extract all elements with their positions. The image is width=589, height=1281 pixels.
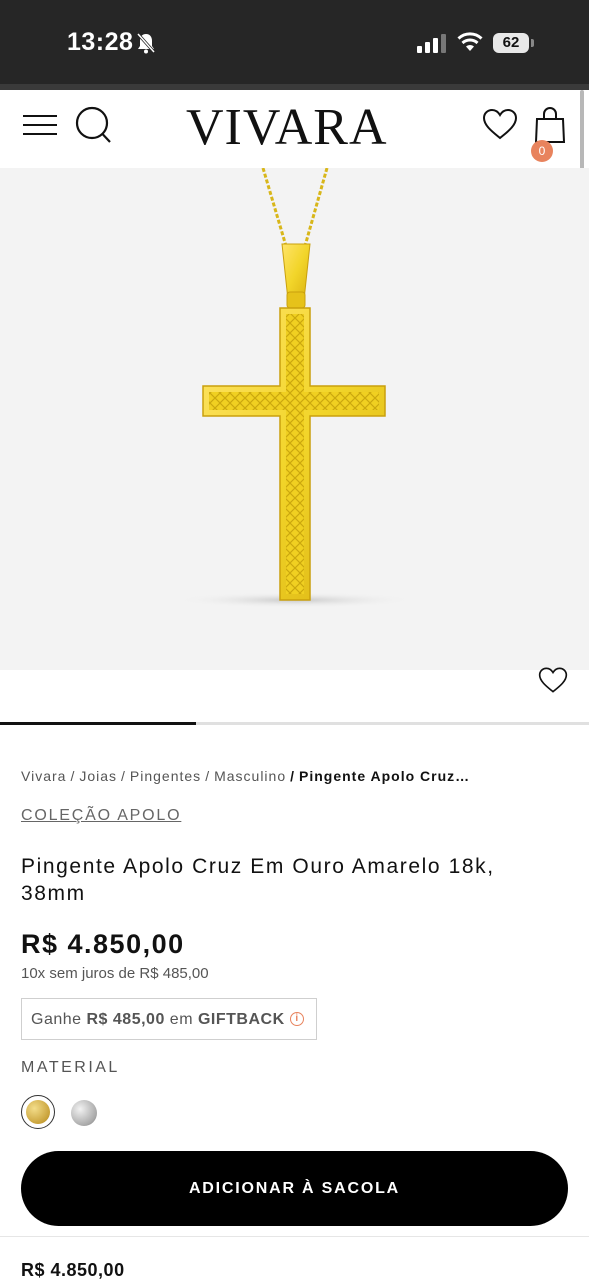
giftback-box: Ganhe R$ 485,00 em GIFTBACK i [21,998,317,1040]
breadcrumb-separator: / [70,768,76,784]
product-image[interactable] [0,168,589,670]
material-swatch-silver[interactable] [71,1100,97,1126]
breadcrumb-separator: / [290,768,295,784]
heart-icon[interactable] [482,108,518,140]
installments-text: 10x sem juros de R$ 485,00 [21,965,209,982]
breadcrumb: Vivara / Joias / Pingentes / Masculino / Pingent… [21,768,470,784]
info-icon[interactable]: i [290,1012,304,1026]
menu-icon[interactable] [23,115,57,137]
sticky-price: R$ 4.850,00 [21,1260,125,1280]
breadcrumb-item-vivara[interactable]: Vivara [21,768,66,784]
breadcrumb-current: Pingente Apolo Cruz… [299,768,471,784]
status-time: 13:28 [67,28,134,56]
material-label: MATERIAL [21,1059,120,1076]
breadcrumb-separator: / [121,768,126,784]
giftback-middle: em [169,1011,194,1028]
status-bar: 13:28 62 [0,0,589,84]
sticky-divider [0,1236,589,1237]
collection-link[interactable]: COLEÇÃO APOLO [21,807,181,825]
battery-indicator: 62 [493,33,529,53]
giftback-prefix: Ganhe [31,1011,82,1028]
breadcrumb-item-joias[interactable]: Joias [79,768,117,784]
bag-count-badge: 0 [531,140,553,162]
signal-icon [417,34,446,53]
favorite-heart-icon[interactable] [538,666,568,694]
breadcrumb-item-masculino[interactable]: Masculino [214,768,286,784]
breadcrumb-item-pingentes[interactable]: Pingentes [130,768,201,784]
vivara-logo[interactable]: VIVARA [186,98,388,157]
breadcrumb-separator: / [205,768,211,784]
bell-off-icon [136,33,156,54]
giftback-label: GIFTBACK [197,1011,285,1028]
giftback-amount: R$ 485,00 [86,1011,165,1028]
cross-pendant-image [175,168,415,608]
product-title: Pingente Apolo Cruz Em Ouro Amarelo 18k,… [21,855,495,905]
add-to-bag-button[interactable]: ADICIONAR À SACOLA [21,1151,568,1226]
battery-tip [531,39,534,47]
gallery-progress-bar [0,722,196,725]
wifi-icon [457,32,483,51]
material-swatch-gold[interactable] [26,1100,50,1124]
product-price: R$ 4.850,00 [21,929,185,959]
search-icon[interactable] [74,105,114,147]
